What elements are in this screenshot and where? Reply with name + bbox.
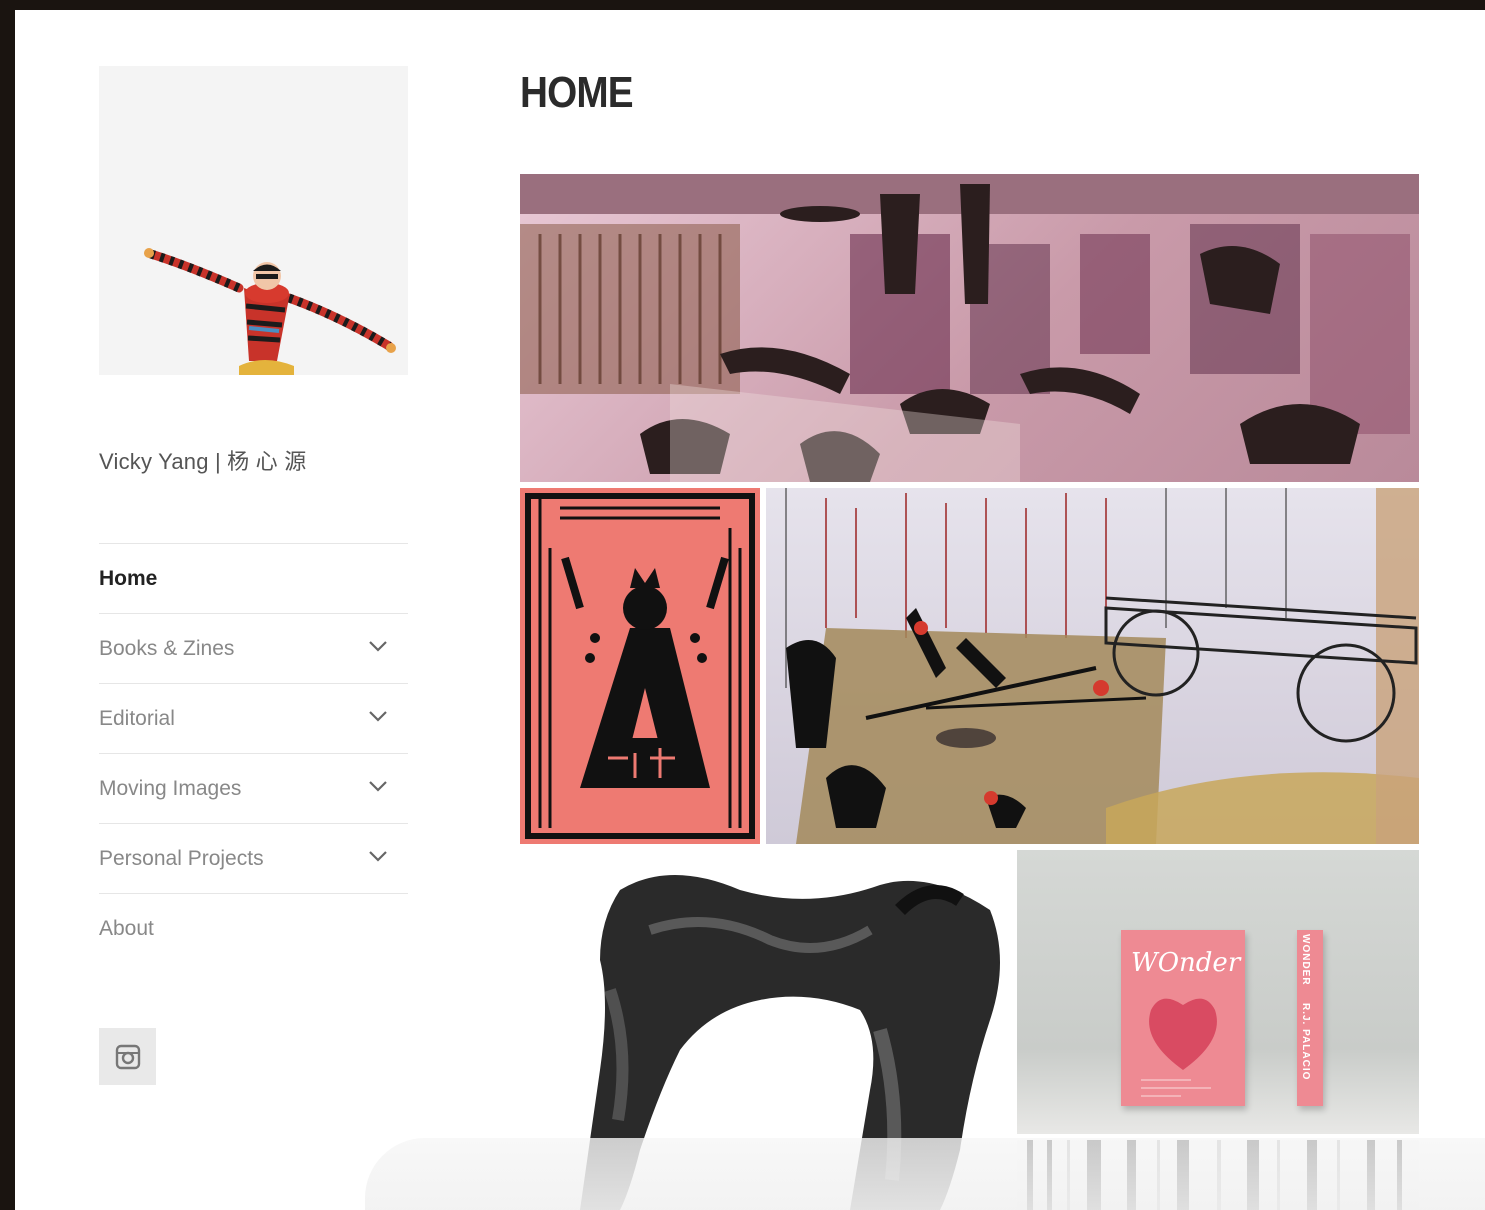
chevron-down-icon[interactable] xyxy=(368,849,388,863)
nav-item-label: Home xyxy=(99,566,158,590)
chevron-down-icon[interactable] xyxy=(368,709,388,723)
main-navigation: Home Books & Zines Editorial Moving Imag… xyxy=(99,543,408,963)
nav-item-moving-images[interactable]: Moving Images xyxy=(99,753,408,823)
page-title: HOME xyxy=(520,68,634,117)
book-spine: WONDER R.J. PALACIO xyxy=(1297,930,1323,1106)
nav-item-label: Books & Zines xyxy=(99,636,235,660)
poster-illustration xyxy=(525,493,755,839)
book-front-cover: WOnder xyxy=(1121,930,1245,1106)
gallery-image-poster-red[interactable] xyxy=(520,488,760,844)
nav-item-label: About xyxy=(99,916,154,940)
nav-item-label: Moving Images xyxy=(99,776,242,800)
site-logo[interactable] xyxy=(99,66,408,375)
instagram-link[interactable] xyxy=(99,1028,156,1085)
footer-overlay xyxy=(365,1138,1485,1210)
gallery-image-cart-scene[interactable] xyxy=(766,488,1419,844)
nav-item-personal-projects[interactable]: Personal Projects xyxy=(99,823,408,893)
gallery-image-wonder-book[interactable]: WOnder WONDER R.J. PALACIO xyxy=(1017,850,1419,1134)
nav-item-about[interactable]: About xyxy=(99,893,408,963)
nav-item-label: Personal Projects xyxy=(99,846,264,870)
room-figures-illustration xyxy=(520,174,1419,482)
page: Vicky Yang | 杨 心 源 Home Books & Zines Ed… xyxy=(15,10,1485,1210)
nav-item-books-zines[interactable]: Books & Zines xyxy=(99,613,408,683)
site-title[interactable]: Vicky Yang | 杨 心 源 xyxy=(99,444,306,476)
book-spine-title: WONDER xyxy=(1300,934,1311,986)
nav-item-label: Editorial xyxy=(99,706,175,730)
instagram-icon xyxy=(115,1044,140,1069)
cart-scene-illustration xyxy=(785,488,1419,844)
nav-item-home[interactable]: Home xyxy=(99,543,408,613)
nav-item-editorial[interactable]: Editorial xyxy=(99,683,408,753)
chevron-down-icon[interactable] xyxy=(368,639,388,653)
heart-illustration xyxy=(1141,998,1217,1097)
dancer-illustration xyxy=(144,248,396,375)
gallery-image-room-figures[interactable] xyxy=(520,174,1419,482)
chevron-down-icon[interactable] xyxy=(368,779,388,793)
book-spine-author: R.J. PALACIO xyxy=(1300,1003,1311,1081)
